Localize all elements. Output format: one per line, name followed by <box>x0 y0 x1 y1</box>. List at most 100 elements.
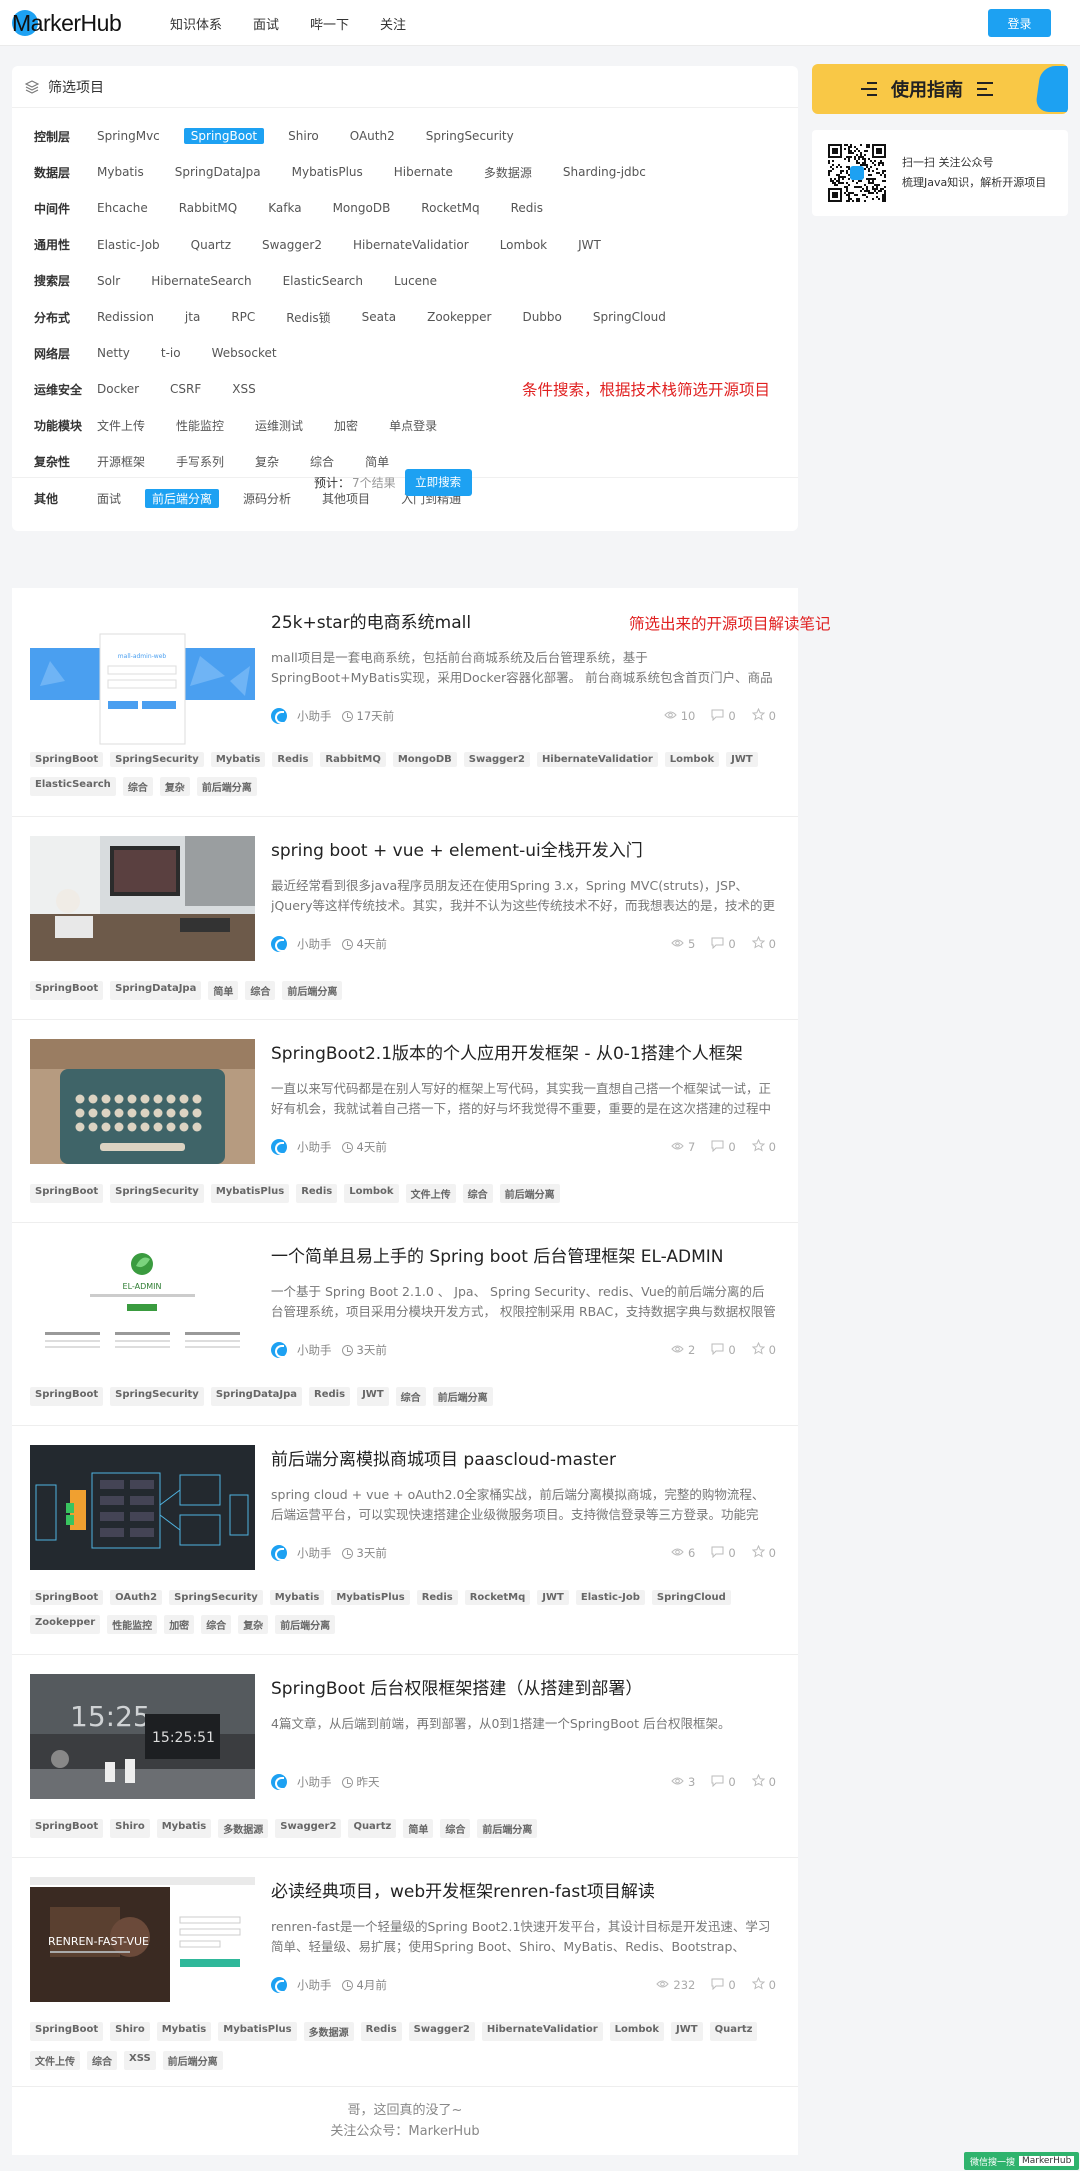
article-tag[interactable]: Shiro <box>110 2022 150 2041</box>
article-tag[interactable]: SpringBoot <box>30 1387 104 1406</box>
author-name[interactable]: 小助手 <box>297 1545 332 1561</box>
article-thumbnail[interactable]: EL-ADMIN <box>30 1242 255 1367</box>
article-tag[interactable]: RabbitMQ <box>320 752 386 767</box>
filter-option[interactable]: Solr <box>90 273 127 289</box>
comment-count[interactable]: 0 <box>711 1546 736 1561</box>
star-count[interactable]: 0 <box>751 1138 776 1155</box>
article-tag[interactable]: SpringBoot <box>30 981 104 1000</box>
article-item[interactable]: 前后端分离模拟商城项目 paascloud-master spring cloud… <box>12 1426 798 1655</box>
article-tag[interactable]: 多数据源 <box>218 1819 269 1838</box>
article-tag[interactable]: Quartz <box>348 1819 397 1838</box>
article-tag[interactable]: 加密 <box>164 1615 195 1634</box>
site-logo[interactable]: MarkerHub <box>12 8 122 38</box>
article-tag[interactable]: SpringBoot <box>30 752 104 767</box>
article-tag[interactable]: Redis <box>296 1184 338 1203</box>
star-count[interactable]: 0 <box>751 1544 776 1561</box>
filter-option[interactable]: Dubbo <box>515 309 568 325</box>
filter-option[interactable]: jta <box>178 309 207 325</box>
filter-option[interactable]: Lombok <box>493 237 554 253</box>
article-tag[interactable]: Zookepper <box>30 1615 101 1634</box>
filter-option[interactable]: 加密 <box>327 416 365 435</box>
filter-option[interactable]: Mybatis <box>90 164 151 180</box>
filter-option[interactable]: Netty <box>90 345 137 361</box>
article-tag[interactable]: JWT <box>671 2022 703 2041</box>
article-tag[interactable]: Redis <box>360 2022 402 2041</box>
filter-option[interactable]: XSS <box>225 381 262 397</box>
filter-option[interactable]: ElasticSearch <box>276 273 370 289</box>
filter-option[interactable]: Redission <box>90 309 161 325</box>
filter-option[interactable]: HibernateValidatior <box>346 237 476 253</box>
article-item[interactable]: spring boot + vue + element-ui全栈开发入门 最近经常… <box>12 817 798 1020</box>
star-count[interactable]: 0 <box>751 1976 776 1993</box>
article-tag[interactable]: Lombok <box>609 2022 664 2041</box>
article-tag[interactable]: Lombok <box>664 752 720 767</box>
nav-interview[interactable]: 面试 <box>253 14 279 33</box>
article-tag[interactable]: Mybatis <box>210 752 266 767</box>
article-tag[interactable]: 综合 <box>201 1615 232 1634</box>
search-now-button[interactable]: 立即搜索 <box>404 468 472 496</box>
article-tag[interactable]: 多数据源 <box>303 2022 354 2041</box>
article-tag[interactable]: SpringBoot <box>30 1819 104 1838</box>
filter-option[interactable]: SpringSecurity <box>419 128 521 144</box>
article-thumbnail[interactable]: 15:25 15:25:51 <box>30 1674 255 1799</box>
article-title[interactable]: 前后端分离模拟商城项目 paascloud-master <box>271 1445 616 1470</box>
article-tag[interactable]: JWT <box>726 752 758 767</box>
article-tag[interactable]: Redis <box>416 1590 458 1605</box>
article-tag[interactable]: 综合 <box>440 1819 471 1838</box>
star-count[interactable]: 0 <box>751 1341 776 1358</box>
filter-option[interactable]: 运维测试 <box>248 416 310 435</box>
article-item[interactable]: 15:25 15:25:51 SpringBoot 后台权限框架搭建（从搭建到部署）… <box>12 1655 798 1858</box>
filter-option[interactable]: Shiro <box>281 128 326 144</box>
filter-option[interactable]: CSRF <box>163 381 208 397</box>
article-thumbnail[interactable] <box>30 836 255 961</box>
filter-option[interactable]: t-io <box>154 345 188 361</box>
article-tag[interactable]: RocketMq <box>464 1590 531 1605</box>
article-tag[interactable]: 简单 <box>403 1819 434 1838</box>
article-tag[interactable]: Elastic-Job <box>575 1590 645 1605</box>
filter-option[interactable]: 单点登录 <box>382 416 444 435</box>
comment-count[interactable]: 0 <box>711 1140 736 1155</box>
filter-option[interactable]: JWT <box>571 237 608 253</box>
article-tag[interactable]: 文件上传 <box>405 1184 456 1203</box>
article-thumbnail[interactable]: mall-admin-web <box>30 626 255 751</box>
article-tag[interactable]: SpringBoot <box>30 1590 104 1605</box>
article-tag[interactable]: Swagger2 <box>408 2022 475 2041</box>
star-count[interactable]: 0 <box>751 707 776 724</box>
filter-option[interactable]: HibernateSearch <box>144 273 258 289</box>
star-count[interactable]: 0 <box>751 935 776 952</box>
article-title[interactable]: spring boot + vue + element-ui全栈开发入门 <box>271 836 643 861</box>
article-tag[interactable]: HibernateValidatior <box>536 752 658 767</box>
article-tag[interactable]: Mybatis <box>156 1819 212 1838</box>
article-tag[interactable]: JWT <box>537 1590 569 1605</box>
article-tag[interactable]: HibernateValidatior <box>481 2022 603 2041</box>
article-tag[interactable]: 综合 <box>245 981 276 1000</box>
article-title[interactable]: 必读经典项目，web开发框架renren-fast项目解读 <box>271 1877 655 1902</box>
article-tag[interactable]: ElasticSearch <box>30 777 116 796</box>
filter-option[interactable]: Seata <box>355 309 403 325</box>
article-tag[interactable]: 前后端分离 <box>282 981 343 1000</box>
nav-knowledge[interactable]: 知识体系 <box>170 14 222 33</box>
filter-option[interactable]: 复杂 <box>248 452 286 471</box>
filter-option[interactable]: SpringMvc <box>90 128 167 144</box>
article-item[interactable]: RENREN-FAST-VUE 必读经典项目，web开发框架renren-fast… <box>12 1858 798 2087</box>
article-title[interactable]: 一个简单且易上手的 Spring boot 后台管理框架 EL-ADMIN <box>271 1242 724 1267</box>
filter-option[interactable]: SpringBoot <box>183 128 265 144</box>
article-tag[interactable]: SpringDataJpa <box>110 981 202 1000</box>
article-tag[interactable]: MongoDB <box>392 752 457 767</box>
article-tag[interactable]: 前后端分离 <box>162 2051 223 2070</box>
article-tag[interactable]: 综合 <box>395 1387 426 1406</box>
article-tag[interactable]: Lombok <box>344 1184 399 1203</box>
comment-count[interactable]: 0 <box>711 1775 736 1790</box>
author-name[interactable]: 小助手 <box>297 1342 332 1358</box>
comment-count[interactable]: 0 <box>711 1343 736 1358</box>
article-title[interactable]: SpringBoot2.1版本的个人应用开发框架 - 从0-1搭建个人框架 <box>271 1039 743 1064</box>
filter-option[interactable]: Swagger2 <box>255 237 329 253</box>
filter-option[interactable]: Hibernate <box>387 164 460 180</box>
article-tag[interactable]: 复杂 <box>159 777 190 796</box>
author-name[interactable]: 小助手 <box>297 1774 332 1790</box>
filter-option[interactable]: Ehcache <box>90 200 155 216</box>
article-tag[interactable]: Mybatis <box>269 1590 325 1605</box>
filter-option[interactable]: Docker <box>90 381 146 397</box>
article-tag[interactable]: 综合 <box>462 1184 493 1203</box>
filter-option[interactable]: 文件上传 <box>90 416 152 435</box>
